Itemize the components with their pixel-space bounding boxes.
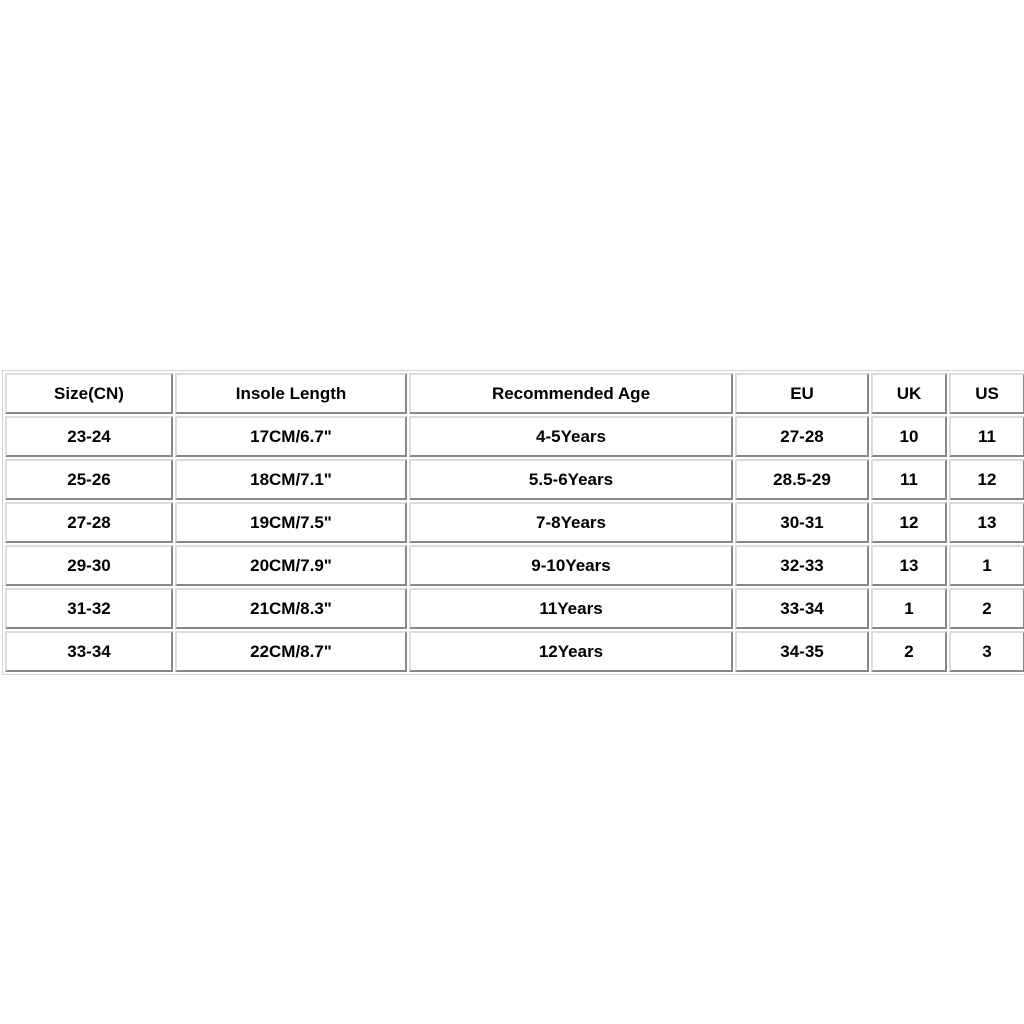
cell-insole-length: 18CM/7.1" [175, 459, 407, 500]
cell-recommended-age: 11Years [409, 588, 733, 629]
cell-uk: 2 [871, 631, 947, 672]
size-chart-table: Size(CN) Insole Length Recommended Age EU UK… [2, 370, 1024, 675]
cell-eu: 28.5-29 [735, 459, 869, 500]
cell-recommended-age: 4-5Years [409, 416, 733, 457]
size-chart-container: Size(CN) Insole Length Recommended Age EU UK… [2, 370, 1024, 675]
table-row: 23-24 17CM/6.7" 4-5Years 27-28 10 11 [5, 416, 1024, 457]
cell-insole-length: 21CM/8.3" [175, 588, 407, 629]
cell-us: 13 [949, 502, 1024, 543]
table-body: 23-24 17CM/6.7" 4-5Years 27-28 10 11 25-26 18CM… [5, 416, 1024, 672]
table-row: 29-30 20CM/7.9" 9-10Years 32-33 13 1 [5, 545, 1024, 586]
column-header-insole-length: Insole Length [175, 373, 407, 414]
cell-us: 12 [949, 459, 1024, 500]
table-row: 27-28 19CM/7.5" 7-8Years 30-31 12 13 [5, 502, 1024, 543]
cell-insole-length: 20CM/7.9" [175, 545, 407, 586]
cell-eu: 32-33 [735, 545, 869, 586]
table-row: 33-34 22CM/8.7" 12Years 34-35 2 3 [5, 631, 1024, 672]
cell-uk: 12 [871, 502, 947, 543]
cell-eu: 34-35 [735, 631, 869, 672]
column-header-uk: UK [871, 373, 947, 414]
cell-recommended-age: 12Years [409, 631, 733, 672]
cell-size-cn: 27-28 [5, 502, 173, 543]
column-header-size-cn: Size(CN) [5, 373, 173, 414]
column-header-recommended-age: Recommended Age [409, 373, 733, 414]
cell-recommended-age: 7-8Years [409, 502, 733, 543]
cell-us: 2 [949, 588, 1024, 629]
cell-uk: 1 [871, 588, 947, 629]
cell-eu: 27-28 [735, 416, 869, 457]
cell-us: 11 [949, 416, 1024, 457]
table-header-row: Size(CN) Insole Length Recommended Age EU UK… [5, 373, 1024, 414]
cell-recommended-age: 5.5-6Years [409, 459, 733, 500]
table-header: Size(CN) Insole Length Recommended Age EU UK… [5, 373, 1024, 414]
cell-eu: 30-31 [735, 502, 869, 543]
cell-eu: 33-34 [735, 588, 869, 629]
cell-size-cn: 25-26 [5, 459, 173, 500]
cell-uk: 13 [871, 545, 947, 586]
cell-insole-length: 19CM/7.5" [175, 502, 407, 543]
table-row: 31-32 21CM/8.3" 11Years 33-34 1 2 [5, 588, 1024, 629]
cell-recommended-age: 9-10Years [409, 545, 733, 586]
column-header-eu: EU [735, 373, 869, 414]
cell-insole-length: 17CM/6.7" [175, 416, 407, 457]
cell-size-cn: 31-32 [5, 588, 173, 629]
table-row: 25-26 18CM/7.1" 5.5-6Years 28.5-29 11 12 [5, 459, 1024, 500]
cell-us: 1 [949, 545, 1024, 586]
column-header-us: US [949, 373, 1024, 414]
cell-size-cn: 29-30 [5, 545, 173, 586]
cell-insole-length: 22CM/8.7" [175, 631, 407, 672]
cell-uk: 10 [871, 416, 947, 457]
cell-size-cn: 23-24 [5, 416, 173, 457]
cell-size-cn: 33-34 [5, 631, 173, 672]
cell-us: 3 [949, 631, 1024, 672]
cell-uk: 11 [871, 459, 947, 500]
